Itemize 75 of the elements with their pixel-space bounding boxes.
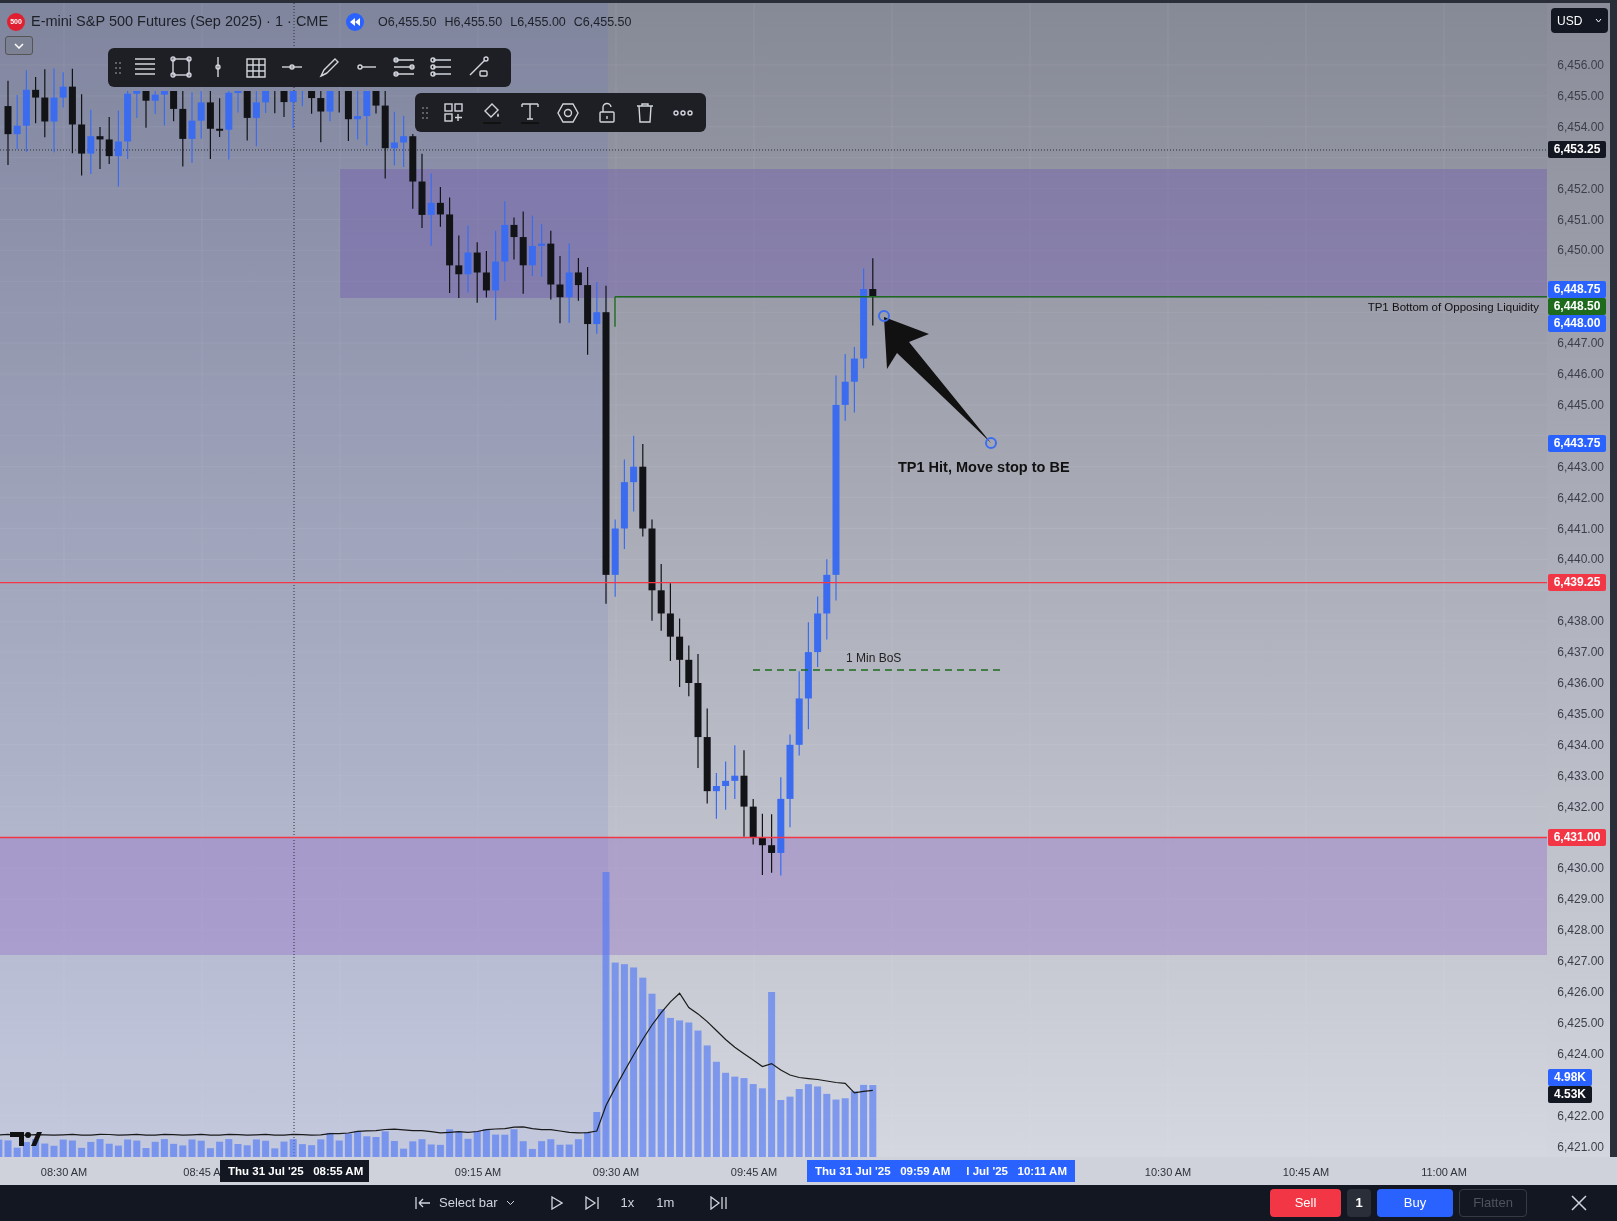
speed-button[interactable]: 1x: [620, 1193, 635, 1213]
volume-tag: 4.98K: [1548, 1069, 1592, 1086]
arrow-to-bar-icon: [415, 1196, 431, 1210]
annotation-text: 1 Min BoS: [846, 650, 902, 667]
time-label: 10:30 AM: [1144, 1165, 1192, 1180]
price-tag: 6,453.25: [1548, 141, 1606, 159]
ohlc-value: O6,455.50: [378, 13, 437, 31]
price-tag: 6,439.25: [1548, 574, 1606, 592]
price-label: 6,445.00: [1557, 396, 1604, 414]
ohlc-value: H6,455.50: [444, 13, 503, 31]
time-label: 08:45 A: [183, 1165, 221, 1180]
price-label: 6,432.00: [1557, 798, 1604, 816]
time-label: 09:15 AM: [454, 1165, 502, 1180]
logo-icon: [10, 1132, 42, 1146]
grip-icon[interactable]: [421, 105, 429, 120]
price-label: 6,424.00: [1557, 1045, 1604, 1063]
price-label: 6,426.00: [1557, 984, 1604, 1001]
time-label: 08:30 AM: [40, 1165, 88, 1180]
price-label: 6,429.00: [1557, 891, 1604, 909]
caret-icon: [1595, 18, 1602, 23]
price-tag: 6,448.75: [1548, 280, 1606, 298]
price-label: 6,433.00: [1557, 767, 1604, 785]
replay-icon[interactable]: [346, 12, 365, 31]
price-label: 6,447.00: [1557, 335, 1604, 353]
price-label: 6,437.00: [1557, 644, 1604, 662]
crosshair-time-tag: Thu 31 Jul '25 08:55 AM: [220, 1160, 369, 1182]
price-label: 6,421.00: [1557, 1138, 1604, 1156]
price-label: 6,450.00: [1557, 242, 1604, 260]
symbol-title: E-mini S&P 500 Futures (Sep 2025) · 1 · CME: [31, 12, 329, 31]
buy-button[interactable]: Buy: [1377, 1189, 1453, 1217]
collapse-button[interactable]: [5, 36, 33, 55]
time-label: 09:45 AM: [730, 1165, 778, 1180]
price-label: 6,425.00: [1557, 1014, 1604, 1032]
step-forward-icon[interactable]: [584, 1196, 599, 1210]
price-label: 6,441.00: [1557, 520, 1604, 538]
price-label: 6,451.00: [1557, 211, 1604, 229]
price-label: 6,452.00: [1557, 180, 1604, 198]
candle: [262, 90, 270, 114]
price-label: 6,456.00: [1557, 57, 1604, 74]
price-label: 6,436.00: [1557, 675, 1604, 692]
candle: [344, 90, 352, 142]
ohlc-value: L6,455.00: [510, 13, 566, 31]
price-label: 6,430.00: [1557, 860, 1604, 878]
price-label: 6,455.00: [1557, 87, 1604, 105]
price-label: 6,440.00: [1557, 551, 1604, 569]
quantity-field[interactable]: 1: [1347, 1189, 1371, 1217]
price-label: 6,427.00: [1557, 953, 1604, 971]
jump-to-end-icon[interactable]: [710, 1196, 729, 1210]
price-label: 6,422.00: [1557, 1107, 1604, 1125]
play-icon[interactable]: [550, 1196, 563, 1210]
ohlc-value: C6,455.50: [573, 13, 632, 31]
close-icon[interactable]: [1571, 1195, 1587, 1211]
annotation-text: TP1 Hit, Move stop to BE: [898, 458, 1070, 477]
sell-button[interactable]: Sell: [1270, 1189, 1341, 1217]
annotation-text: TP1 Bottom of Opposing Liquidity: [1367, 300, 1539, 315]
select-bar-button[interactable]: Select bar: [415, 1193, 515, 1213]
time-label: 09:30 AM: [592, 1165, 640, 1180]
price-label: 6,443.00: [1557, 458, 1604, 476]
price-label: 6,446.00: [1557, 366, 1604, 383]
caret-icon: [505, 1200, 515, 1206]
price-label: 6,434.00: [1557, 736, 1604, 754]
grip-icon[interactable]: [114, 60, 122, 75]
volume-tag: 4.53K: [1548, 1086, 1592, 1103]
price-label: 6,428.00: [1557, 922, 1604, 940]
price-label: 6,435.00: [1557, 705, 1604, 723]
currency-dropdown[interactable]: USD: [1551, 8, 1608, 33]
time-label: 10:45 AM: [1282, 1165, 1330, 1180]
time-label: 11:00 AM: [1421, 1165, 1467, 1180]
price-label: 6,438.00: [1557, 613, 1604, 631]
chevron-down-icon: [14, 42, 24, 49]
price-label: 6,442.00: [1557, 489, 1604, 507]
price-label: 6,454.00: [1557, 118, 1604, 136]
price-tag: 6,443.75: [1548, 435, 1606, 452]
price-tag: 6,431.00: [1548, 829, 1606, 846]
interval-button[interactable]: 1m: [656, 1193, 675, 1213]
